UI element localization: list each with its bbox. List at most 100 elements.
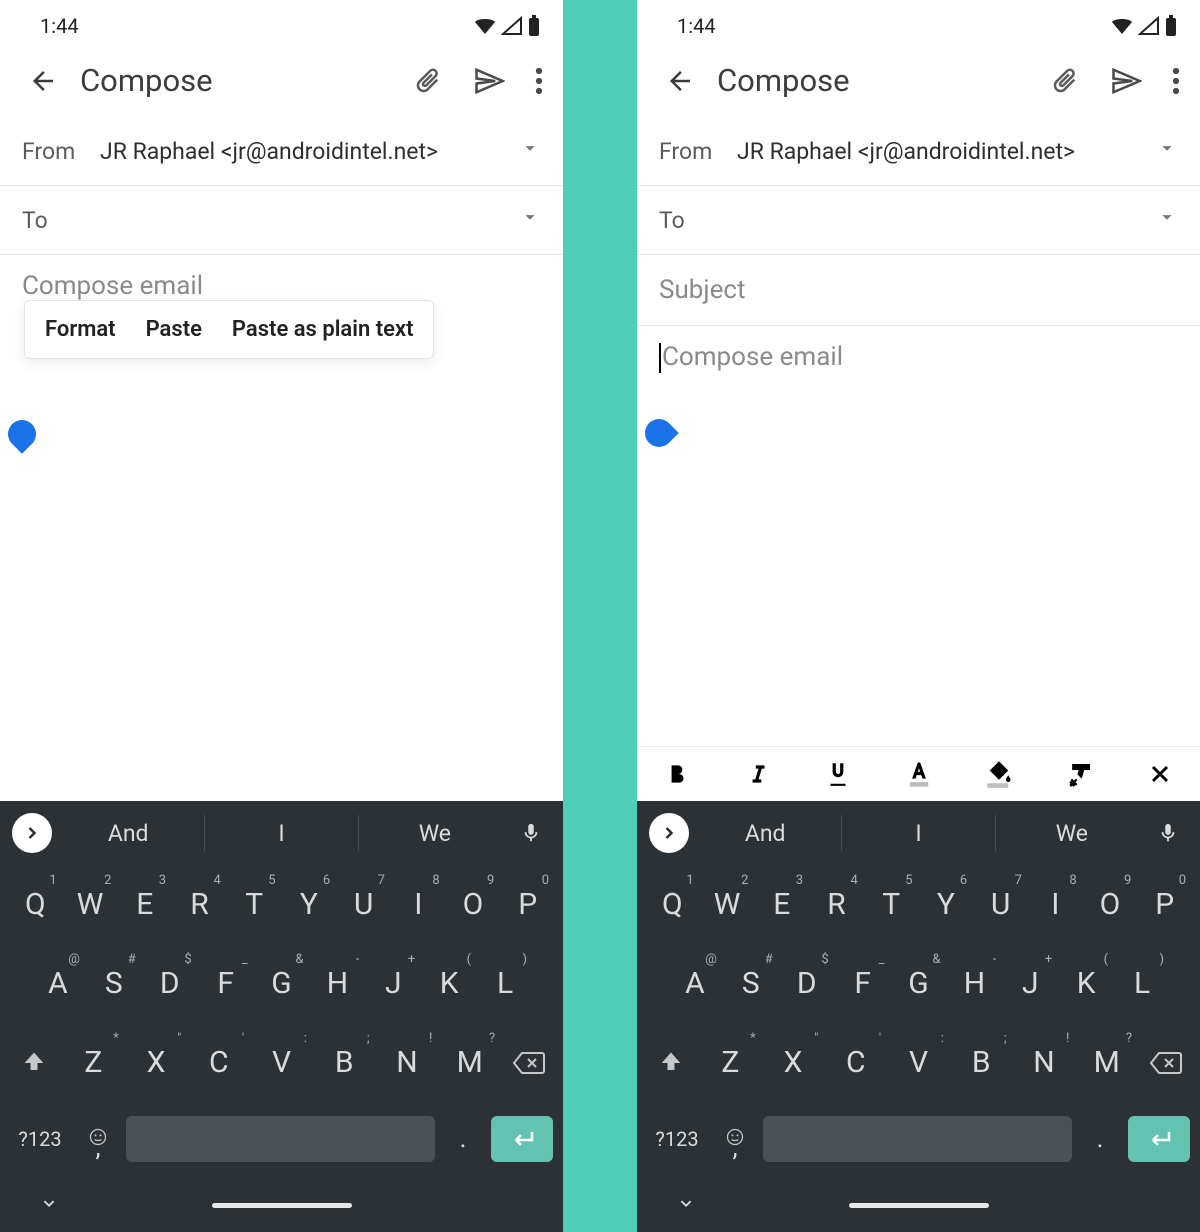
- key-h[interactable]: H-: [309, 954, 365, 1013]
- key-b[interactable]: B;: [950, 1033, 1013, 1092]
- key-w[interactable]: W2: [63, 875, 118, 934]
- symbols-key[interactable]: ?123: [647, 1127, 707, 1151]
- enter-key[interactable]: [491, 1116, 553, 1162]
- key-v[interactable]: V:: [887, 1033, 950, 1092]
- suggestion-1[interactable]: And: [689, 820, 841, 847]
- key-n[interactable]: N!: [1013, 1033, 1076, 1092]
- chevron-down-icon[interactable]: [519, 137, 541, 165]
- key-g[interactable]: G&: [254, 954, 310, 1013]
- key-r[interactable]: R4: [809, 875, 864, 934]
- suggestion-3[interactable]: We: [359, 820, 511, 847]
- suggestion-1[interactable]: And: [52, 820, 204, 847]
- key-p[interactable]: P0: [500, 875, 555, 934]
- chevron-down-icon[interactable]: [1156, 137, 1178, 165]
- from-field[interactable]: From JR Raphael <jr@androidintel.net>: [637, 117, 1200, 186]
- key-c[interactable]: C': [187, 1033, 250, 1092]
- key-d[interactable]: D$: [142, 954, 198, 1013]
- keyboard-collapse[interactable]: [38, 1192, 60, 1218]
- key-u[interactable]: U7: [973, 875, 1028, 934]
- period-key[interactable]: .: [1078, 1124, 1122, 1154]
- send-button[interactable]: [473, 66, 505, 96]
- send-button[interactable]: [1110, 66, 1142, 96]
- key-u[interactable]: U7: [336, 875, 391, 934]
- key-s[interactable]: S#: [723, 954, 779, 1013]
- emoji-key[interactable]: ,: [713, 1127, 757, 1151]
- keyboard-collapse[interactable]: [675, 1192, 697, 1218]
- key-n[interactable]: N!: [376, 1033, 439, 1092]
- key-k[interactable]: K(: [421, 954, 477, 1013]
- key-y[interactable]: Y6: [919, 875, 974, 934]
- compose-body[interactable]: Compose email: [637, 326, 1200, 746]
- key-o[interactable]: O9: [446, 875, 501, 934]
- key-c[interactable]: C': [824, 1033, 887, 1092]
- key-x[interactable]: X": [125, 1033, 188, 1092]
- key-f[interactable]: F_: [835, 954, 891, 1013]
- close-format-button[interactable]: [1138, 762, 1182, 786]
- expand-chip[interactable]: [12, 813, 52, 853]
- enter-key[interactable]: [1128, 1116, 1190, 1162]
- emoji-key[interactable]: ,: [76, 1127, 120, 1151]
- key-j[interactable]: J+: [365, 954, 421, 1013]
- shift-key[interactable]: [643, 1049, 699, 1077]
- italic-button[interactable]: [736, 761, 780, 787]
- ctx-format[interactable]: Format: [45, 317, 116, 342]
- to-field[interactable]: To: [0, 186, 563, 255]
- key-a[interactable]: A@: [30, 954, 86, 1013]
- chevron-down-icon[interactable]: [1156, 206, 1178, 234]
- backspace-key[interactable]: [1138, 1050, 1194, 1076]
- shift-key[interactable]: [6, 1049, 62, 1077]
- subject-field[interactable]: Subject: [637, 255, 1200, 326]
- key-g[interactable]: G&: [891, 954, 947, 1013]
- key-i[interactable]: I8: [391, 875, 446, 934]
- key-d[interactable]: D$: [779, 954, 835, 1013]
- back-button[interactable]: [28, 66, 58, 96]
- key-l[interactable]: L): [1114, 954, 1170, 1013]
- key-w[interactable]: W2: [700, 875, 755, 934]
- bold-button[interactable]: [655, 761, 699, 787]
- space-key[interactable]: [126, 1116, 435, 1162]
- key-l[interactable]: L): [477, 954, 533, 1013]
- back-button[interactable]: [665, 66, 695, 96]
- more-button[interactable]: [1172, 66, 1180, 96]
- key-i[interactable]: I8: [1028, 875, 1083, 934]
- attach-button[interactable]: [1050, 66, 1080, 96]
- key-p[interactable]: P0: [1137, 875, 1192, 934]
- key-e[interactable]: E3: [117, 875, 172, 934]
- gesture-handle[interactable]: [849, 1203, 989, 1208]
- mic-button[interactable]: [511, 820, 551, 846]
- fill-color-button[interactable]: [977, 759, 1021, 789]
- expand-chip[interactable]: [649, 813, 689, 853]
- key-x[interactable]: X": [762, 1033, 825, 1092]
- from-field[interactable]: From JR Raphael <jr@androidintel.net>: [0, 117, 563, 186]
- chevron-down-icon[interactable]: [519, 206, 541, 234]
- backspace-key[interactable]: [501, 1050, 557, 1076]
- key-o[interactable]: O9: [1083, 875, 1138, 934]
- attach-button[interactable]: [413, 66, 443, 96]
- key-r[interactable]: R4: [172, 875, 227, 934]
- key-z[interactable]: Z*: [62, 1033, 125, 1092]
- gesture-handle[interactable]: [212, 1203, 352, 1208]
- period-key[interactable]: .: [441, 1124, 485, 1154]
- to-field[interactable]: To: [637, 186, 1200, 255]
- key-e[interactable]: E3: [754, 875, 809, 934]
- key-q[interactable]: Q1: [645, 875, 700, 934]
- suggestion-3[interactable]: We: [996, 820, 1148, 847]
- key-z[interactable]: Z*: [699, 1033, 762, 1092]
- ctx-paste[interactable]: Paste: [146, 317, 202, 342]
- key-b[interactable]: B;: [313, 1033, 376, 1092]
- clear-format-button[interactable]: [1058, 761, 1102, 787]
- key-m[interactable]: M?: [438, 1033, 501, 1092]
- more-button[interactable]: [535, 66, 543, 96]
- ctx-paste-plain[interactable]: Paste as plain text: [232, 317, 414, 342]
- key-j[interactable]: J+: [1002, 954, 1058, 1013]
- space-key[interactable]: [763, 1116, 1072, 1162]
- key-t[interactable]: T5: [227, 875, 282, 934]
- key-f[interactable]: F_: [198, 954, 254, 1013]
- suggestion-2[interactable]: I: [842, 820, 994, 847]
- key-q[interactable]: Q1: [8, 875, 63, 934]
- key-v[interactable]: V:: [250, 1033, 313, 1092]
- key-a[interactable]: A@: [667, 954, 723, 1013]
- symbols-key[interactable]: ?123: [10, 1127, 70, 1151]
- key-t[interactable]: T5: [864, 875, 919, 934]
- key-y[interactable]: Y6: [282, 875, 337, 934]
